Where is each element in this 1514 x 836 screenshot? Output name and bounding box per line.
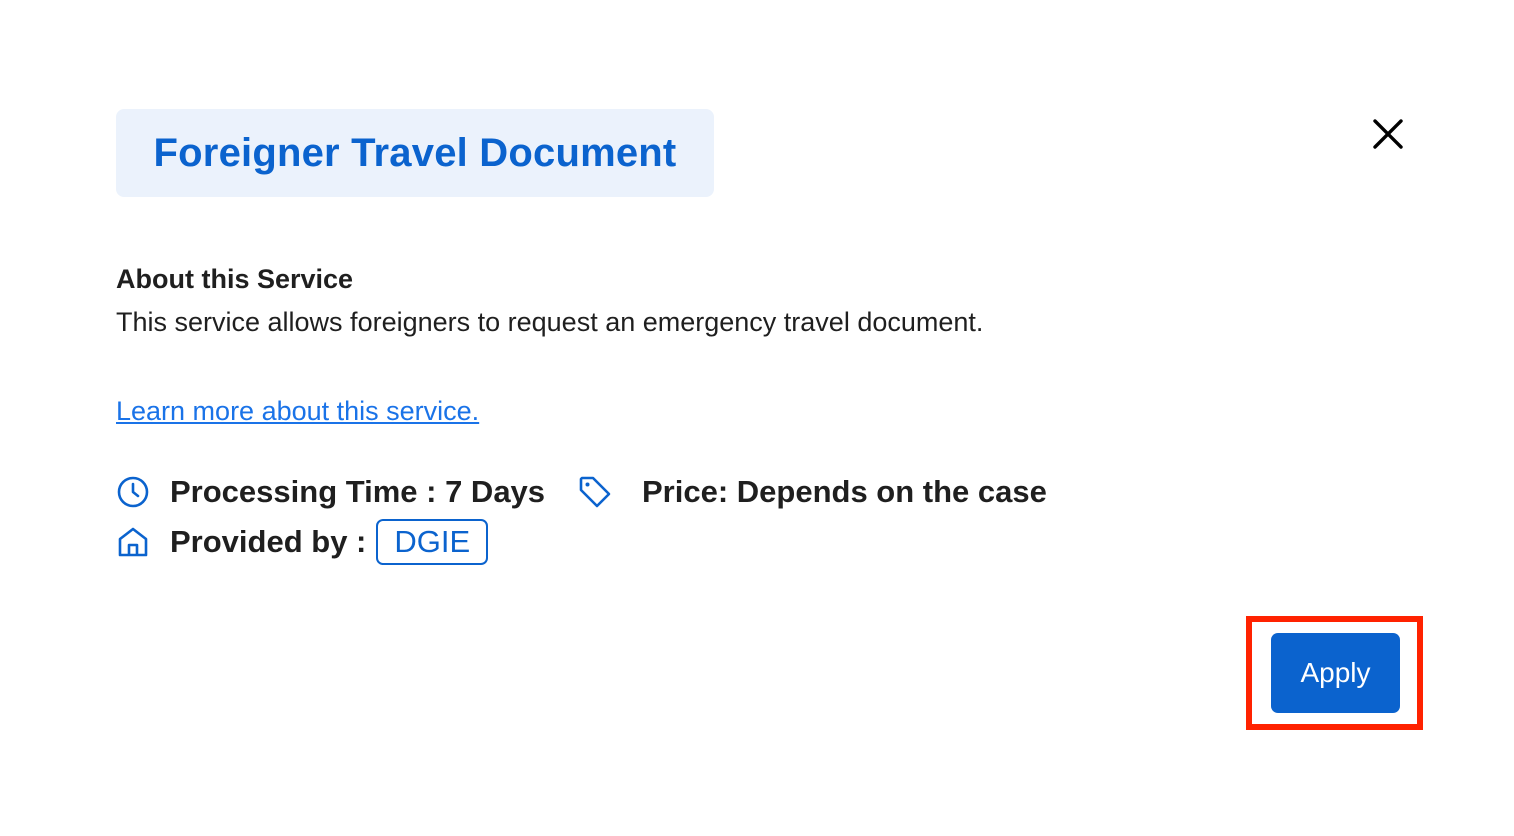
close-button[interactable] bbox=[1366, 112, 1410, 156]
processing-time-text: Processing Time : 7 Days bbox=[170, 474, 546, 509]
home-icon bbox=[116, 525, 150, 559]
provided-by-row: Provided by : DGIE bbox=[116, 519, 489, 565]
tag-icon bbox=[578, 475, 612, 509]
apply-button[interactable]: Apply bbox=[1271, 633, 1400, 713]
price-text: Price: Depends on the case bbox=[642, 474, 1047, 509]
about-heading: About this Service bbox=[116, 264, 354, 294]
learn-more-link[interactable]: Learn more about this service. bbox=[116, 396, 479, 427]
clock-icon bbox=[116, 475, 150, 509]
page-title: Foreigner Travel Document bbox=[153, 130, 677, 175]
processing-time-row: Processing Time : 7 Days bbox=[116, 474, 545, 510]
service-title-banner: Foreigner Travel Document bbox=[116, 109, 714, 197]
provider-badge[interactable]: DGIE bbox=[376, 519, 489, 565]
provided-by-label: Provided by : bbox=[170, 524, 367, 559]
close-icon bbox=[1373, 119, 1403, 149]
about-description: This service allows foreigners to reques… bbox=[116, 307, 984, 337]
price-row: Price: Depends on the case bbox=[578, 474, 1047, 510]
